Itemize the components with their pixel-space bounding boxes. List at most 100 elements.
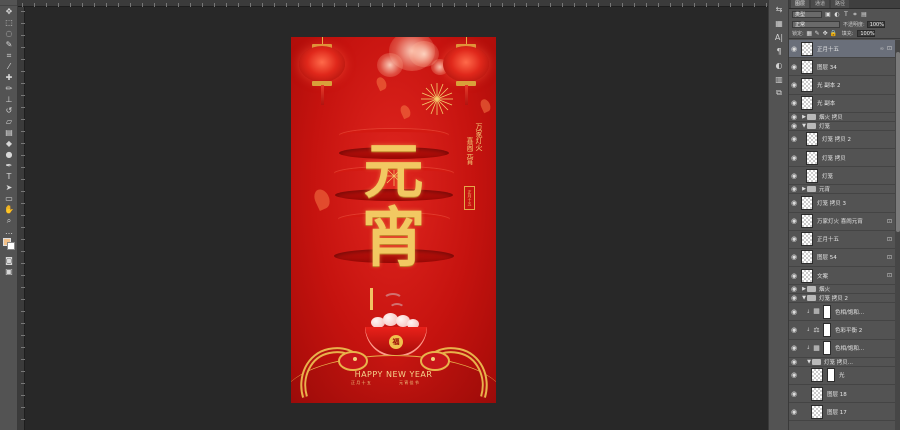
lock-option-icon[interactable]: ✥ — [822, 30, 829, 37]
layer-row[interactable]: ◉ 图层 54 ⊡ — [789, 248, 895, 268]
layer-group-row[interactable]: ◉ ▼ 灯笼 拷贝 2 — [789, 294, 895, 304]
layer-mask-thumbnail[interactable] — [823, 341, 831, 356]
marquee-tool-icon[interactable]: ⬚ — [0, 17, 18, 28]
layer-name[interactable]: 图层 18 — [827, 390, 895, 398]
dock-panel-icon[interactable]: ¶ — [769, 46, 789, 56]
vertical-ruler[interactable] — [18, 7, 25, 430]
layer-name[interactable]: 正月十五 — [817, 45, 880, 53]
layer-name[interactable]: 灯笼 拷贝 2 — [822, 135, 895, 143]
more-tools-icon[interactable]: … — [0, 226, 18, 237]
layer-row[interactable]: ◉ 光 副本 2 — [789, 76, 895, 95]
lock-option-icon[interactable]: 🔒 — [830, 30, 837, 37]
quick-select-tool-icon[interactable]: ✎ — [0, 39, 18, 50]
visibility-eye-icon[interactable]: ◉ — [789, 358, 799, 366]
layer-filter-icon[interactable]: T — [842, 11, 850, 18]
lock-option-icon[interactable]: ▦ — [806, 30, 813, 37]
layer-name[interactable]: 色相/饱和... — [835, 344, 895, 352]
layer-filter-icon[interactable]: ▣ — [824, 11, 832, 18]
visibility-eye-icon[interactable]: ◉ — [789, 326, 799, 334]
layer-name[interactable]: 灯笼 拷贝... — [824, 358, 895, 366]
dock-panel-icon[interactable]: ▦ — [769, 18, 789, 28]
shape-tool-icon[interactable]: ▭ — [0, 193, 18, 204]
screen-mode-icon[interactable]: ▣ — [0, 266, 18, 277]
layer-name[interactable]: 光 — [839, 371, 895, 379]
dock-panel-icon[interactable]: ◐ — [769, 60, 789, 70]
layer-row[interactable]: ◉ 正月十五 ∞ ⊡ — [789, 40, 895, 59]
dock-panel-icon[interactable]: A| — [769, 32, 789, 42]
layer-thumbnail[interactable] — [801, 232, 813, 247]
layer-thumbnail[interactable] — [811, 386, 823, 401]
eyedropper-tool-icon[interactable]: ⁄ — [0, 61, 18, 72]
visibility-eye-icon[interactable]: ◉ — [789, 63, 799, 71]
visibility-eye-icon[interactable]: ◉ — [789, 390, 799, 398]
layer-thumbnail[interactable] — [801, 41, 813, 56]
layer-thumbnail[interactable] — [801, 59, 813, 74]
visibility-eye-icon[interactable]: ◉ — [789, 199, 799, 207]
visibility-eye-icon[interactable]: ◉ — [789, 81, 799, 89]
layer-name[interactable]: 色相/饱和... — [835, 308, 895, 316]
layer-thumbnail[interactable] — [806, 150, 818, 165]
layer-row[interactable]: ◉ ↓ ⚖ 色彩平衡 2 — [789, 321, 895, 340]
poster-artwork[interactable]: 元 宵 万家灯火 喜闹元宵 正月十五 福 HAPPY NEW YEAR 正 月 … — [291, 37, 496, 403]
opacity-input[interactable]: 100% — [866, 20, 885, 28]
quick-mask-icon[interactable]: ◙ — [0, 255, 18, 266]
crop-tool-icon[interactable]: ⌗ — [0, 50, 18, 61]
visibility-eye-icon[interactable]: ◉ — [789, 344, 799, 352]
eraser-tool-icon[interactable]: ▱ — [0, 116, 18, 127]
clone-stamp-tool-icon[interactable]: ⊥ — [0, 94, 18, 105]
visibility-eye-icon[interactable]: ◉ — [789, 294, 799, 302]
layer-thumbnail[interactable] — [811, 368, 823, 383]
layer-group-row[interactable]: ◉ ▶ 烟火 拷贝 — [789, 112, 895, 122]
layer-name[interactable]: 烟火 — [819, 285, 895, 293]
gradient-tool-icon[interactable]: ▤ — [0, 127, 18, 138]
visibility-eye-icon[interactable]: ◉ — [789, 235, 799, 243]
visibility-eye-icon[interactable]: ◉ — [789, 113, 799, 121]
zoom-tool-icon[interactable]: ⌕ — [0, 215, 18, 226]
panel-tab[interactable]: 通道 — [811, 0, 830, 8]
layer-group-row[interactable]: ◉ ▶ 元宵 — [789, 185, 895, 195]
layer-name[interactable]: 元宵 — [819, 185, 895, 193]
layer-thumbnail[interactable] — [806, 168, 818, 183]
layer-name[interactable]: 烟火 拷贝 — [819, 113, 895, 121]
layer-thumbnail[interactable] — [801, 96, 813, 111]
layer-row[interactable]: ◉ 光 — [789, 366, 895, 385]
background-color-swatch[interactable] — [7, 242, 15, 250]
visibility-eye-icon[interactable]: ◉ — [789, 408, 799, 416]
layer-name[interactable]: 光 副本 — [817, 99, 895, 107]
layer-row[interactable]: ◉ 图层 18 — [789, 385, 895, 404]
panel-tab[interactable]: 图层 — [791, 0, 810, 8]
layer-thumbnail[interactable] — [801, 250, 813, 265]
layer-name[interactable]: 图层 17 — [827, 408, 895, 416]
layer-row[interactable]: ◉ 图层 17 — [789, 403, 895, 422]
visibility-eye-icon[interactable]: ◉ — [789, 154, 799, 162]
layer-row[interactable]: ◉ 灯笼 — [789, 167, 895, 186]
layer-name[interactable]: 灯笼 — [819, 122, 895, 130]
color-swatches[interactable] — [0, 237, 17, 255]
layer-filter-select[interactable]: 类型 — [792, 10, 822, 18]
lasso-tool-icon[interactable]: ◌ — [0, 28, 18, 39]
visibility-eye-icon[interactable]: ◉ — [789, 308, 799, 316]
layer-row[interactable]: ◉ 灯笼 拷贝 2 — [789, 130, 895, 149]
lock-option-icon[interactable]: ✎ — [814, 30, 821, 37]
layer-row[interactable]: ◉ 万家灯火 喜闹元宵 ⊡ — [789, 212, 895, 231]
layer-name[interactable]: 正月十五 — [817, 235, 887, 243]
layer-filter-icon[interactable]: ▤ — [860, 11, 868, 18]
path-select-tool-icon[interactable]: ➤ — [0, 182, 18, 193]
layer-name[interactable]: 灯笼 拷贝 3 — [817, 199, 895, 207]
fill-input[interactable]: 100% — [857, 30, 876, 37]
layer-filter-icon[interactable]: ⌗ — [851, 11, 859, 18]
layer-thumbnail[interactable] — [806, 132, 818, 147]
layer-row[interactable]: ◉ 正月十五 ⊡ — [789, 230, 895, 249]
layer-name[interactable]: 文案 — [817, 272, 887, 280]
layers-scroll-thumb[interactable] — [896, 52, 900, 232]
layer-mask-thumbnail[interactable] — [823, 304, 831, 319]
visibility-eye-icon[interactable]: ◉ — [789, 217, 799, 225]
layer-name[interactable]: 万家灯火 喜闹元宵 — [817, 217, 887, 225]
layer-thumbnail[interactable] — [811, 404, 823, 419]
dodge-tool-icon[interactable]: ● — [0, 149, 18, 160]
layer-row[interactable]: ◉ ↓ ▦ 色相/饱和... — [789, 303, 895, 322]
layer-name[interactable]: 色彩平衡 2 — [835, 326, 895, 334]
layer-thumbnail[interactable] — [801, 77, 813, 92]
visibility-eye-icon[interactable]: ◉ — [789, 99, 799, 107]
dock-panel-icon[interactable]: ▥ — [769, 74, 789, 84]
